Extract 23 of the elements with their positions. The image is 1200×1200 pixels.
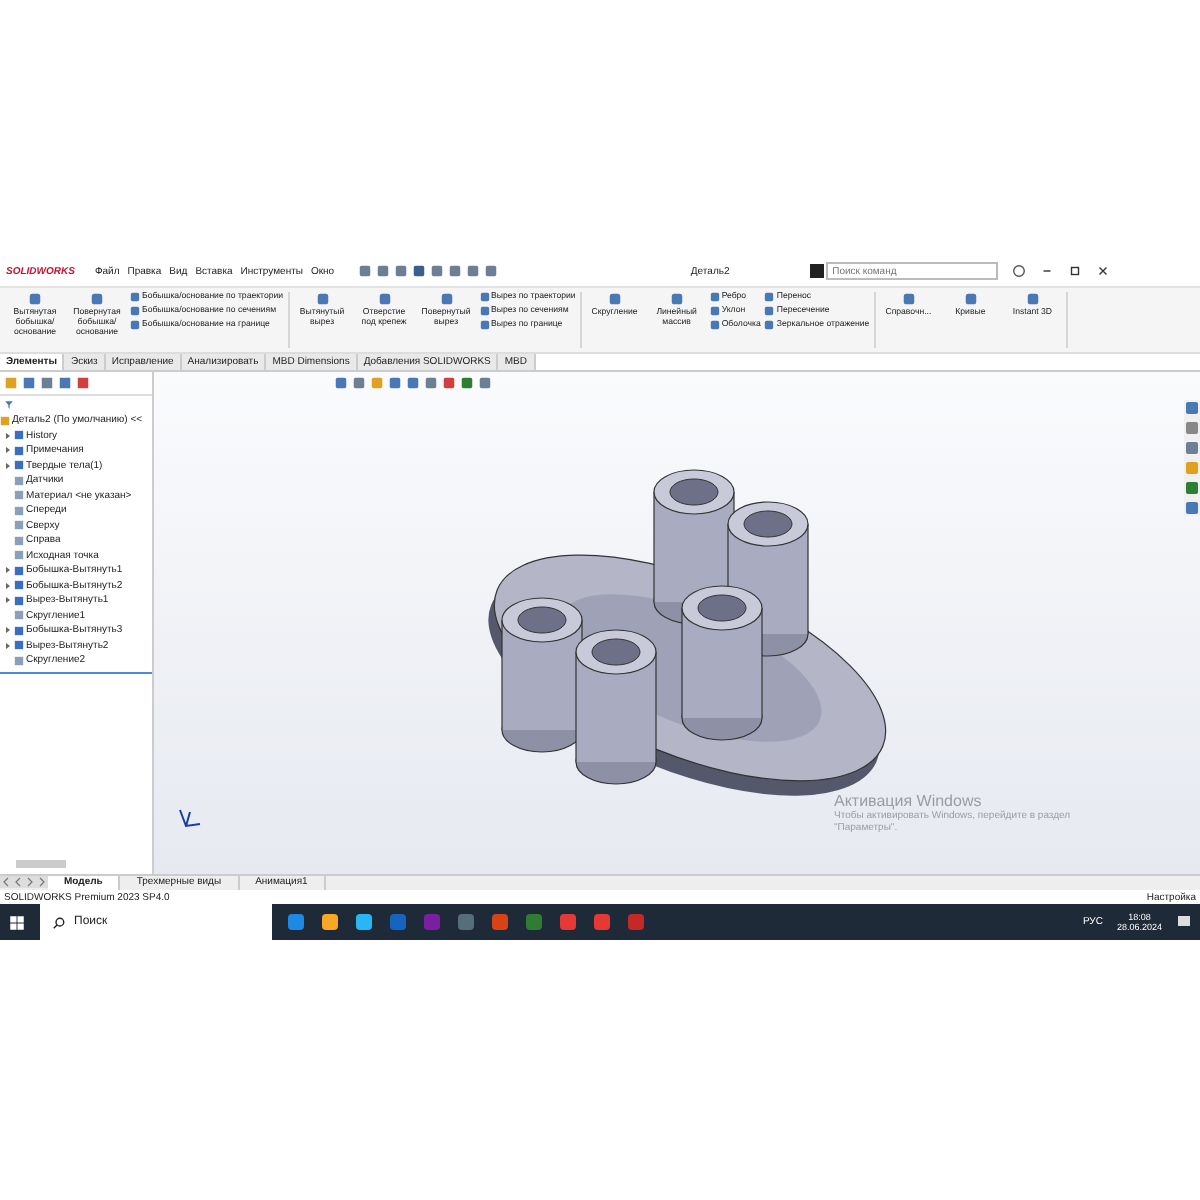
scroll-bar[interactable] bbox=[16, 860, 66, 868]
restore-icon[interactable] bbox=[1068, 264, 1083, 278]
tab-scroll-arrows-icon[interactable] bbox=[0, 876, 48, 888]
command-icon bbox=[963, 292, 978, 306]
minimize-icon[interactable] bbox=[1040, 264, 1055, 278]
command-icon bbox=[28, 292, 42, 306]
filter-icon[interactable] bbox=[4, 400, 14, 410]
command-icon bbox=[607, 292, 622, 306]
command-icon bbox=[315, 292, 330, 306]
command-icon bbox=[1025, 292, 1040, 306]
command-icon bbox=[90, 292, 104, 306]
activation-title: Активация Windows bbox=[834, 792, 984, 810]
close-icon[interactable] bbox=[1096, 264, 1111, 278]
command-icon bbox=[669, 292, 684, 306]
part-icon bbox=[0, 415, 10, 425]
search-icon bbox=[52, 915, 66, 929]
windows-logo-icon[interactable] bbox=[8, 913, 26, 931]
axis-triad-icon bbox=[174, 804, 206, 832]
command-icon bbox=[377, 292, 392, 306]
command-icon bbox=[439, 292, 454, 306]
notification-icon[interactable] bbox=[1176, 914, 1192, 930]
command-icon bbox=[901, 292, 916, 306]
help-icon[interactable] bbox=[1012, 264, 1027, 278]
